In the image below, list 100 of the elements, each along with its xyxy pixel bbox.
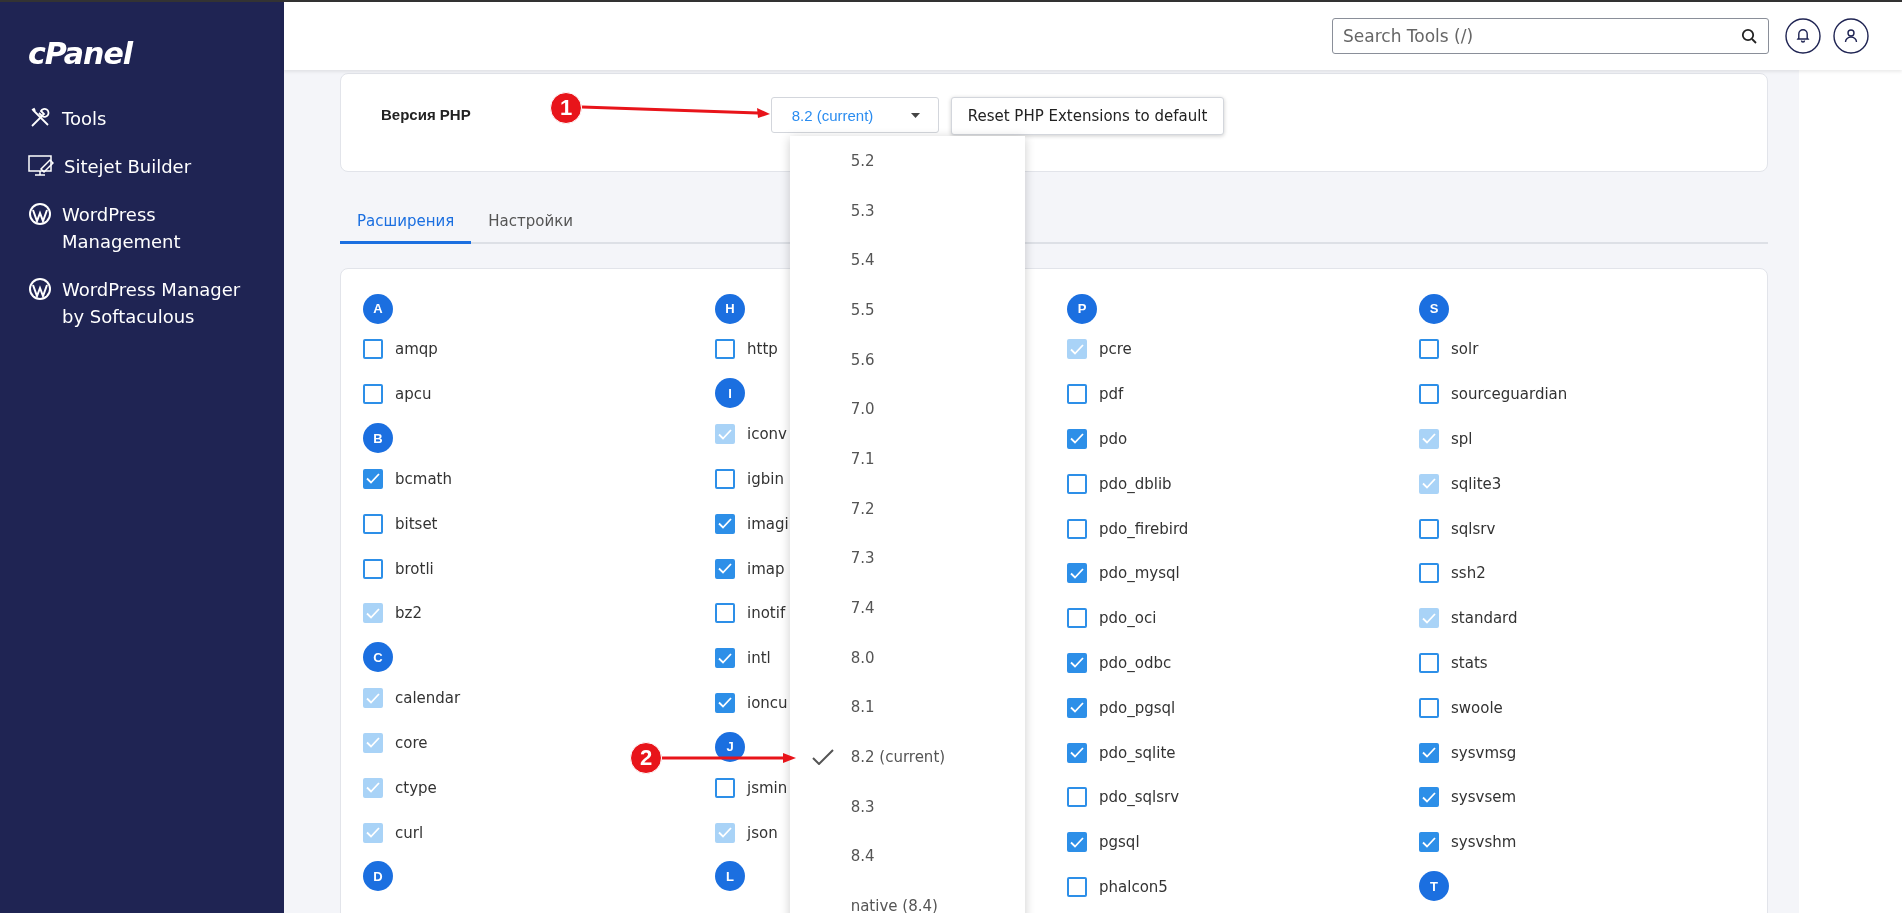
checkbox[interactable] (1067, 742, 1087, 763)
dropdown-option[interactable]: 5.2 (789, 136, 1025, 186)
checkbox[interactable] (1419, 384, 1439, 405)
php-version-select[interactable]: 8.2 (current) (770, 97, 939, 133)
sidebar-item[interactable]: WordPress Manager by Softaculous (0, 276, 284, 330)
extension-label: pdo_pgsql (1099, 698, 1176, 717)
extension-label: sourceguardian (1451, 385, 1568, 404)
checkbox[interactable] (363, 513, 383, 534)
checkbox[interactable] (1419, 832, 1439, 853)
checkbox[interactable] (363, 558, 383, 579)
checkbox[interactable] (1067, 876, 1087, 897)
extension-label: core (395, 733, 428, 752)
dropdown-option[interactable]: native (8.4) (789, 881, 1025, 913)
extension-label: inotif (747, 604, 786, 623)
checkbox[interactable] (1067, 518, 1087, 539)
extension-label: amqp (395, 340, 438, 359)
extension-label: ctype (395, 778, 437, 797)
checkbox[interactable] (1419, 652, 1439, 673)
extension-label: pdo_mysql (1099, 564, 1180, 583)
dropdown-option[interactable]: 5.6 (789, 334, 1025, 385)
checkbox[interactable] (363, 384, 383, 405)
dropdown-option[interactable]: 5.3 (789, 185, 1025, 236)
checkbox[interactable] (1067, 787, 1087, 808)
letter-badge: B (363, 423, 393, 454)
checkbox[interactable] (715, 777, 735, 798)
checkbox[interactable] (715, 603, 735, 624)
dropdown-option[interactable]: 7.2 (789, 483, 1025, 534)
letter-badge: D (363, 861, 393, 892)
checkbox[interactable] (1067, 832, 1087, 853)
search-icon[interactable] (1741, 28, 1757, 44)
sidebar-item[interactable]: Tools (0, 105, 284, 132)
checkbox[interactable] (715, 692, 735, 713)
extension-label: sysvshm (1451, 833, 1517, 852)
letter-badge: L (715, 861, 745, 892)
dropdown-option[interactable]: 5.4 (789, 235, 1025, 286)
sidebar-item[interactable]: Sitejet Builder (0, 153, 284, 180)
checkbox[interactable] (715, 339, 735, 360)
extension-label: imap (747, 559, 785, 578)
extension-label: pdo_sqlite (1099, 743, 1176, 762)
extension-label: igbin (747, 470, 784, 488)
extension-label: pdo (1099, 430, 1128, 448)
checkbox[interactable] (1419, 339, 1439, 360)
checkbox[interactable] (1067, 608, 1087, 629)
tab[interactable]: Настройки (471, 201, 590, 244)
dropdown-option[interactable]: 7.0 (789, 384, 1025, 435)
extension-label: stats (1451, 653, 1488, 672)
dropdown-option[interactable]: 8.4 (789, 831, 1025, 882)
checkbox[interactable] (1067, 429, 1087, 449)
caret-icon (910, 112, 920, 118)
user-icon[interactable] (1833, 18, 1869, 54)
extension-label: json (747, 823, 778, 842)
extension-label: phalcon5 (1099, 877, 1168, 896)
letter-badge: T (1419, 871, 1449, 902)
dropdown-option[interactable]: 8.2 (current) (789, 732, 1025, 782)
checkbox[interactable] (1419, 563, 1439, 584)
checkbox[interactable] (1067, 697, 1087, 718)
letter-badge: S (1419, 293, 1449, 324)
tab[interactable]: Расширения (340, 201, 472, 244)
letter-badge: P (1067, 293, 1097, 324)
dropdown-option[interactable]: 8.3 (789, 781, 1025, 832)
extension-label: pdo_firebird (1099, 519, 1189, 538)
reset-extensions-button[interactable]: Reset PHP Extensions to default (950, 97, 1225, 135)
sidebar-item[interactable]: WordPress Management (0, 201, 284, 255)
extension-label: imagi (747, 514, 789, 533)
cpanel-logo[interactable]: cPanel (28, 36, 133, 71)
checkbox[interactable] (1067, 384, 1087, 405)
checkbox[interactable] (1419, 742, 1439, 763)
notifications-icon[interactable] (1785, 18, 1821, 54)
checkbox[interactable] (715, 648, 735, 669)
checkbox[interactable] (1067, 473, 1087, 494)
checkbox[interactable] (1067, 563, 1087, 584)
extension-label: solr (1451, 340, 1479, 359)
monitor-pen-icon (28, 154, 54, 178)
dropdown-option[interactable]: 8.1 (789, 682, 1025, 733)
dropdown-option[interactable]: 5.5 (789, 285, 1025, 335)
checkbox[interactable] (715, 513, 735, 534)
checkbox[interactable] (363, 469, 383, 489)
wordpress-icon (28, 202, 52, 226)
extension-label: jsmin (747, 778, 788, 797)
extension-label: bz2 (395, 604, 422, 623)
checkbox[interactable] (1067, 652, 1087, 673)
dropdown-option[interactable]: 7.4 (789, 583, 1025, 633)
search-field[interactable]: Search Tools (/) (1332, 18, 1769, 54)
extension-label: pcre (1099, 340, 1132, 359)
checkbox[interactable] (1419, 697, 1439, 718)
php-version-label: Версия PHP (381, 105, 471, 125)
extension-label: pdo_dblib (1099, 474, 1172, 493)
checkbox[interactable] (363, 339, 383, 360)
dropdown-option[interactable]: 8.0 (789, 632, 1025, 683)
checkbox[interactable] (715, 469, 735, 489)
checkbox[interactable] (715, 558, 735, 579)
extension-label: pdo_odbc (1099, 653, 1172, 672)
extension-label: pdf (1099, 385, 1124, 404)
extension-label: pdo_oci (1099, 609, 1157, 628)
extension-label: spl (1451, 430, 1473, 448)
dropdown-option[interactable]: 7.1 (789, 434, 1025, 484)
checkbox[interactable] (1419, 518, 1439, 539)
checkbox[interactable] (1419, 787, 1439, 808)
dropdown-option[interactable]: 7.3 (789, 533, 1025, 584)
extension-label: pgsql (1099, 833, 1140, 852)
